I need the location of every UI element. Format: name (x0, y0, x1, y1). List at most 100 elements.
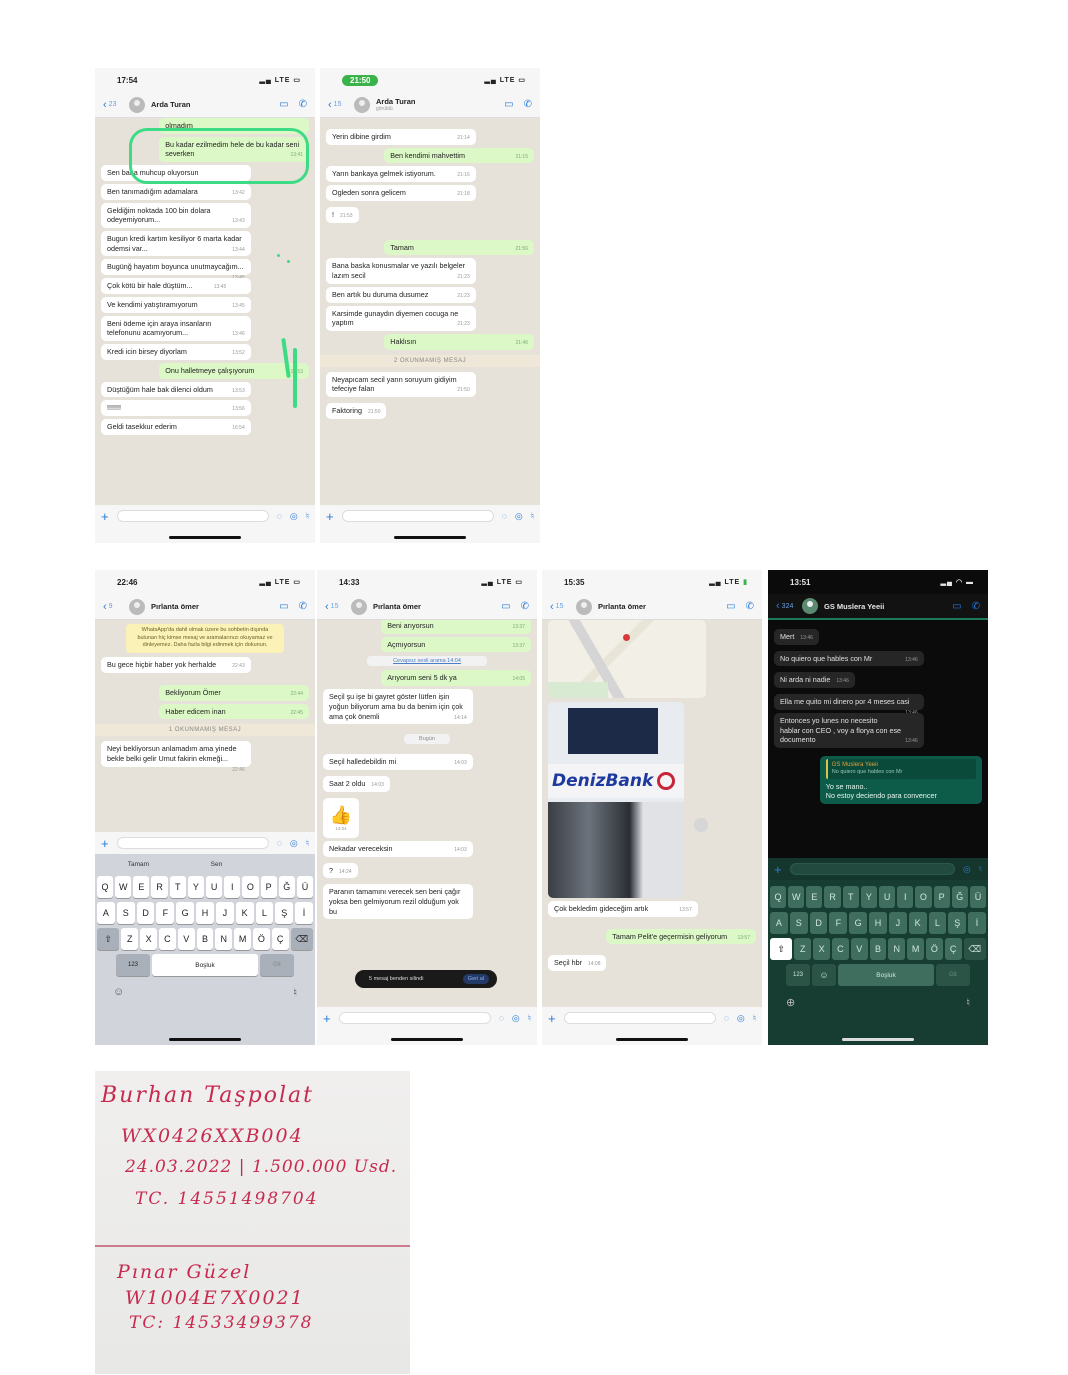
phone-icon[interactable]: ✆ (746, 601, 754, 612)
key-q[interactable]: Q (769, 886, 787, 908)
plus-icon[interactable]: + (323, 1011, 331, 1026)
key-t[interactable]: T (169, 876, 186, 898)
space-key[interactable]: Boşluk (152, 954, 258, 976)
key-v[interactable]: V (850, 938, 868, 960)
key-j[interactable]: J (888, 912, 907, 934)
key-m[interactable]: M (907, 938, 924, 960)
sticker-icon[interactable]: ◌ (499, 1013, 504, 1023)
shift-key[interactable]: ⇧ (770, 938, 793, 960)
key-i[interactable]: I (224, 876, 241, 898)
back-button[interactable]: ‹ 15 (550, 601, 576, 613)
key-g[interactable]: G (176, 902, 195, 924)
avatar[interactable] (129, 96, 145, 113)
key-p[interactable]: P (933, 886, 950, 908)
quoted-message[interactable]: GS Muslera Yeeii No quiero que hables co… (825, 759, 976, 779)
key-f[interactable]: F (156, 902, 175, 924)
message-input[interactable] (116, 510, 269, 522)
key-b[interactable]: B (869, 938, 887, 960)
avatar[interactable] (354, 96, 370, 113)
key-r[interactable]: R (151, 876, 168, 898)
suggestion[interactable]: Sen (211, 861, 223, 868)
contact-name[interactable]: Arda Turan görüldü (376, 97, 504, 112)
message-input[interactable] (789, 863, 955, 875)
video-call-icon[interactable]: ▭ (504, 99, 513, 110)
key-p[interactable]: P (260, 876, 277, 898)
phone-icon[interactable]: ✆ (972, 601, 980, 612)
go-key[interactable]: Git (260, 954, 294, 976)
encryption-notice[interactable]: WhatsApp'da dahil olmak üzere bu sohbeti… (126, 624, 284, 654)
numbers-key[interactable]: 123 (116, 954, 150, 976)
key-t[interactable]: T (842, 886, 859, 908)
key-y[interactable]: Y (860, 886, 877, 908)
plus-icon[interactable]: + (101, 836, 109, 851)
undo-button[interactable]: Geri al (462, 974, 489, 984)
back-button[interactable]: ‹ 15 (328, 99, 354, 111)
key-e[interactable]: E (806, 886, 823, 908)
plus-icon[interactable]: + (774, 862, 782, 877)
globe-icon[interactable]: ⊕ (786, 996, 795, 1009)
microphone-icon[interactable]: ♮ (306, 511, 309, 522)
key-m[interactable]: M (234, 928, 251, 950)
avatar[interactable] (576, 598, 592, 615)
key-s[interactable]: S (116, 902, 135, 924)
phone-icon[interactable]: ✆ (521, 601, 529, 612)
key-x[interactable]: X (140, 928, 157, 950)
key-l[interactable]: L (255, 902, 274, 924)
key-w[interactable]: W (115, 876, 132, 898)
contact-name[interactable]: Pırlanta ömer (598, 602, 726, 611)
plus-icon[interactable]: + (326, 509, 334, 524)
key-z[interactable]: Z (121, 928, 139, 950)
key-u[interactable]: U (206, 876, 223, 898)
back-button[interactable]: ‹ 15 (325, 601, 351, 613)
camera-icon[interactable]: ◎ (290, 511, 298, 522)
group-avatar[interactable] (802, 598, 818, 614)
video-call-icon[interactable]: ▭ (726, 601, 735, 612)
key-i̇[interactable]: İ (295, 902, 313, 924)
sticker-icon[interactable]: ◌ (277, 511, 282, 521)
message-input[interactable] (563, 1012, 716, 1024)
phone-icon[interactable]: ✆ (524, 99, 532, 110)
emoji-icon[interactable]: ☺ (113, 986, 124, 999)
missed-call-notice[interactable]: Cevapsız sesli arama 14:04 (367, 656, 487, 667)
microphone-icon[interactable]: ♮ (531, 511, 534, 522)
key-r[interactable]: R (824, 886, 841, 908)
camera-icon[interactable]: ◎ (515, 511, 523, 522)
sticker-icon[interactable]: ◌ (724, 1013, 729, 1023)
key-q[interactable]: Q (96, 876, 114, 898)
key-a[interactable]: A (770, 912, 788, 934)
key-e[interactable]: E (133, 876, 150, 898)
suggestion[interactable]: Tamam (128, 861, 149, 868)
backspace-key[interactable]: ⌫ (963, 938, 986, 960)
back-button[interactable]: ‹ 23 (103, 99, 129, 111)
backspace-key[interactable]: ⌫ (290, 928, 313, 950)
key-ğ[interactable]: Ğ (951, 886, 968, 908)
camera-icon[interactable]: ◎ (290, 838, 298, 849)
key-ş[interactable]: Ş (948, 912, 967, 934)
video-call-icon[interactable]: ▭ (279, 99, 288, 110)
key-ö[interactable]: Ö (925, 938, 943, 960)
space-key[interactable]: Boşluk (838, 964, 934, 986)
message-input[interactable] (341, 510, 494, 522)
key-i[interactable]: I (897, 886, 914, 908)
contact-name[interactable]: Pırlanta ömer (373, 602, 501, 611)
microphone-icon[interactable]: ♮ (306, 838, 309, 849)
key-i̇[interactable]: İ (968, 912, 986, 934)
back-button[interactable]: ‹ 9 (103, 601, 129, 613)
dictation-icon[interactable]: ♮ (966, 996, 970, 1009)
camera-icon[interactable]: ◎ (512, 1013, 520, 1024)
key-ü[interactable]: Ü (296, 876, 314, 898)
microphone-icon[interactable]: ♮ (528, 1013, 531, 1024)
key-ş[interactable]: Ş (275, 902, 294, 924)
key-h[interactable]: H (869, 912, 887, 934)
dictation-icon[interactable]: ♮ (293, 986, 297, 999)
key-o[interactable]: O (242, 876, 259, 898)
key-ö[interactable]: Ö (252, 928, 270, 950)
go-key[interactable]: Git (936, 964, 970, 986)
key-z[interactable]: Z (794, 938, 812, 960)
key-y[interactable]: Y (187, 876, 204, 898)
key-ç[interactable]: Ç (944, 938, 962, 960)
message-input[interactable] (338, 1012, 491, 1024)
camera-icon[interactable]: ◎ (963, 864, 971, 875)
plus-icon[interactable]: + (548, 1011, 556, 1026)
key-c[interactable]: C (832, 938, 849, 960)
